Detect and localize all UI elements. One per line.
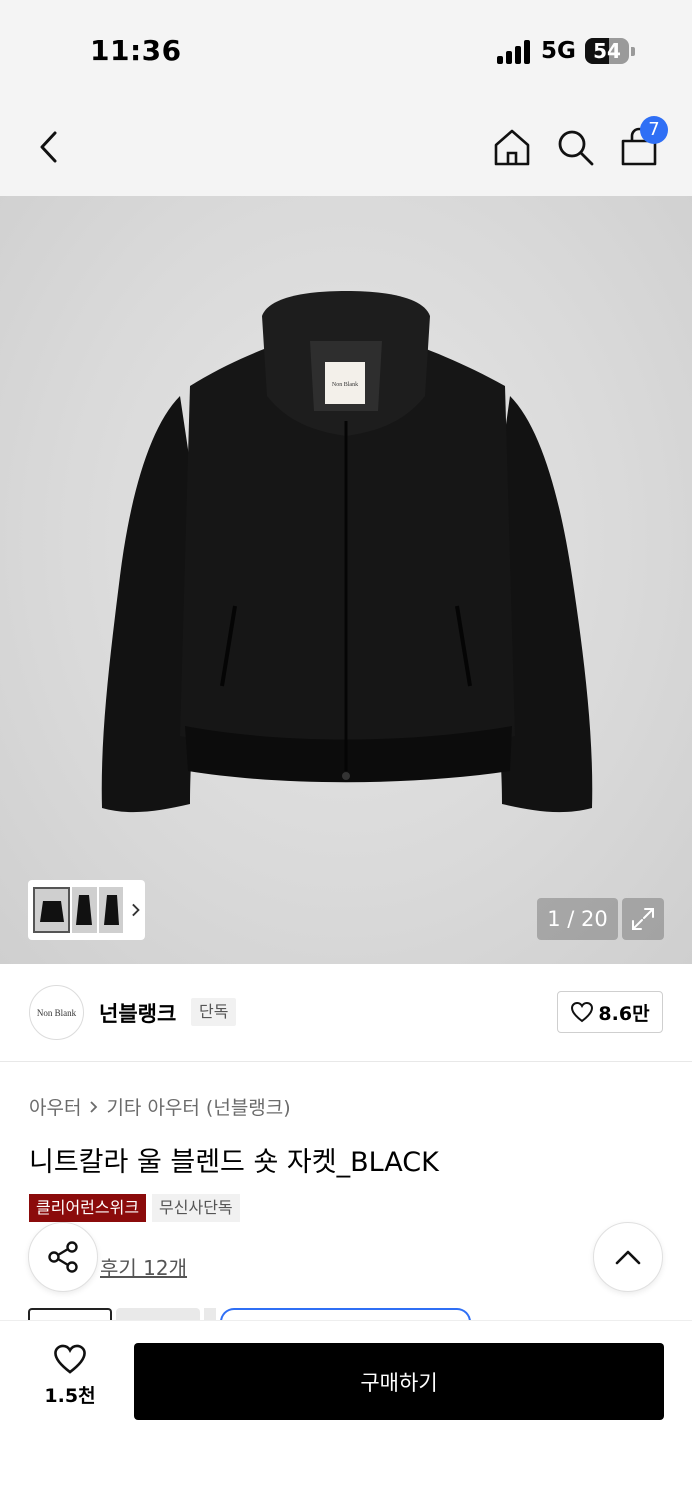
thumbnail-strip[interactable]	[28, 880, 145, 940]
chevron-up-icon	[615, 1250, 641, 1265]
battery-icon: 54	[585, 38, 629, 64]
home-icon	[494, 129, 530, 166]
back-button[interactable]	[24, 122, 74, 172]
thumbnail-item[interactable]	[98, 887, 123, 933]
breadcrumb-item[interactable]: 기타 아우터 (넌블랭크)	[106, 1093, 290, 1120]
thumbnail-jacket-icon	[103, 895, 119, 925]
search-icon	[558, 130, 594, 166]
image-counter: 1 / 20	[537, 898, 618, 940]
scroll-top-button[interactable]	[593, 1222, 663, 1292]
buy-button[interactable]: 구매하기	[134, 1343, 664, 1420]
cart-count-badge: 7	[640, 116, 668, 144]
signal-icon	[497, 40, 533, 64]
expand-image-button[interactable]	[622, 898, 664, 940]
thumbnail-item[interactable]	[33, 887, 71, 933]
status-time: 11:36	[90, 34, 182, 67]
exclusive-badge: 단독	[191, 998, 237, 1026]
clearance-tag: 클리어런스위크	[29, 1194, 147, 1222]
chevron-right-icon	[90, 1100, 98, 1113]
share-button[interactable]	[28, 1222, 98, 1292]
review-link[interactable]: 후기 12개	[100, 1252, 187, 1281]
product-tags: 클리어런스위크 무신사단독	[29, 1194, 240, 1222]
bottom-action-bar: 1.5천 구매하기	[0, 1320, 692, 1500]
brand-name[interactable]: 넌블랭크	[99, 998, 176, 1028]
battery-level: 54	[593, 39, 621, 63]
brand-like-count: 8.6만	[598, 1002, 650, 1025]
wishlist-count: 1.5천	[44, 1385, 96, 1407]
musinsa-exclusive-tag: 무신사단독	[152, 1194, 240, 1222]
battery-cap	[631, 47, 635, 56]
breadcrumb-item[interactable]: 아우터	[29, 1093, 81, 1120]
heart-icon	[54, 1344, 86, 1374]
breadcrumb: 아우터 기타 아우터 (넌블랭크)	[29, 1093, 291, 1120]
search-button[interactable]	[550, 122, 600, 172]
chevron-right-icon	[131, 903, 140, 917]
status-bar: 11:36 5G 54	[0, 0, 692, 100]
home-button[interactable]	[487, 122, 537, 172]
brand-row: Non Blank 넌블랭크 단독 8.6만	[0, 964, 692, 1062]
app-header: 7	[0, 100, 692, 196]
product-image: Non Blank	[101, 291, 593, 813]
cart-button[interactable]: 7	[614, 116, 668, 172]
thumbnail-item[interactable]	[72, 887, 97, 933]
network-label: 5G	[541, 38, 576, 64]
thumbnail-jacket-icon	[39, 901, 64, 922]
heart-icon	[571, 1001, 594, 1023]
back-icon	[40, 131, 57, 163]
product-image-gallery[interactable]: Non Blank 1 / 20	[0, 196, 692, 964]
thumbnail-jacket-icon	[76, 895, 93, 925]
product-title: 니트칼라 울 블렌드 숏 자켓_BLACK	[29, 1147, 439, 1178]
brand-like-button[interactable]: 8.6만	[557, 991, 663, 1033]
share-icon	[48, 1241, 78, 1273]
expand-icon	[632, 908, 654, 930]
jacket-label-text: Non Blank	[332, 382, 358, 388]
wishlist-button[interactable]: 1.5천	[30, 1343, 110, 1423]
brand-logo[interactable]: Non Blank	[29, 985, 84, 1040]
